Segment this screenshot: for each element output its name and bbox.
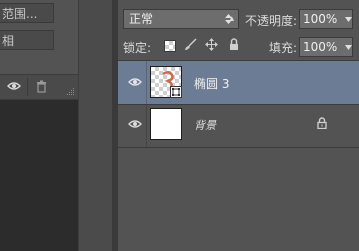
left-toolbar [0,74,78,100]
panel-resize-grip-icon[interactable] [67,88,75,96]
toolbar-divider [27,78,28,96]
opacity-label: 不透明度: [245,14,298,28]
shape-layer-badge-icon [170,86,182,98]
left-secondary-button[interactable]: 相 [0,30,54,50]
eye-icon[interactable] [7,81,21,91]
left-side-strip [79,0,112,251]
blend-mode-select[interactable]: 正常 ▴ [123,9,239,29]
eye-icon[interactable] [128,119,142,129]
visibility-column-divider [146,105,147,148]
fill-label: 填充: [269,41,298,55]
layer-thumbnail[interactable] [150,66,182,98]
trash-icon[interactable] [36,80,47,93]
move-icon[interactable] [205,38,218,51]
visibility-column-divider [146,61,147,104]
layer-row-background[interactable]: 背景 [118,105,359,148]
layers-panel: 正常 ▴ 不透明度: 100% 锁定: 填充: 100% 椭圆 3 背景 [118,0,359,251]
lock-label: 锁定: [123,41,152,55]
layer-thumbnail[interactable] [150,108,182,140]
brush-icon[interactable] [183,38,197,52]
eye-icon[interactable] [128,77,142,87]
fill-value: 100% [303,40,338,54]
layer-name[interactable]: 椭圆 3 [194,75,229,92]
divider [118,147,359,148]
lock-icon[interactable] [229,38,239,51]
select-range-button[interactable]: 范围... [0,3,54,23]
chevron-down-icon[interactable] [345,17,352,22]
chevron-down-icon[interactable] [345,45,352,50]
lock-transparent-pixels-icon[interactable] [164,40,176,52]
updown-arrow-icon [225,14,232,24]
left-dark-area [0,100,78,251]
layer-name[interactable]: 背景 [194,117,216,133]
layer-row-ellipse[interactable]: 椭圆 3 [118,61,359,104]
blend-mode-value: 正常 [129,12,154,26]
lock-icon [317,117,327,129]
opacity-value: 100% [303,12,338,26]
